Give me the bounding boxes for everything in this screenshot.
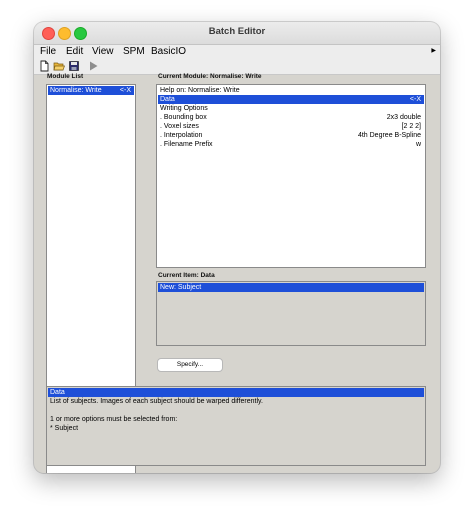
- help-line: * Subject: [48, 424, 424, 433]
- module-row-filename-prefix[interactable]: . Filename Prefix w: [158, 140, 424, 149]
- help-line: List of subjects. Images of each subject…: [48, 397, 424, 406]
- chevron-right-icon[interactable]: ▶: [431, 47, 436, 54]
- row-key: . Bounding box: [160, 114, 207, 121]
- title-bar: Batch Editor: [34, 22, 440, 45]
- help-line-blank: [48, 406, 424, 415]
- menu-basicio[interactable]: BasicIO: [151, 46, 186, 57]
- current-module-label: Current Module: Normalise: Write: [158, 73, 262, 80]
- help-text: List of subjects. Images of each subject…: [50, 398, 263, 405]
- menu-file[interactable]: File: [40, 46, 56, 57]
- row-key: . Filename Prefix: [160, 141, 213, 148]
- row-key: New: Subject: [160, 284, 202, 291]
- current-item-list: New: Subject: [156, 281, 426, 346]
- row-value: [2 2 2]: [401, 123, 421, 130]
- module-list-item[interactable]: Normalise: Write <-X: [48, 86, 134, 95]
- module-row-data[interactable]: Data <-X: [158, 95, 424, 104]
- open-folder-icon[interactable]: [53, 60, 65, 72]
- row-key: . Voxel sizes: [160, 123, 199, 130]
- module-row-bounding-box[interactable]: . Bounding box 2x3 double: [158, 113, 424, 122]
- help-line: Data: [50, 389, 65, 396]
- new-file-icon[interactable]: [38, 60, 50, 72]
- row-key: Writing Options: [160, 105, 208, 112]
- row-value: 2x3 double: [386, 114, 421, 121]
- specify-button[interactable]: Specify...: [157, 358, 223, 372]
- row-key: Help on: Normalise: Write: [160, 87, 240, 94]
- batch-editor-window: Batch Editor File Edit View SPM BasicIO …: [34, 22, 440, 473]
- module-row-voxel-sizes[interactable]: . Voxel sizes [2 2 2]: [158, 122, 424, 131]
- window-title: Batch Editor: [208, 26, 266, 37]
- current-item-label: Current Item: Data: [158, 272, 215, 279]
- menu-bar: File Edit View SPM BasicIO ▶: [34, 45, 440, 59]
- help-panel: Data List of subjects. Images of each su…: [46, 386, 426, 466]
- run-icon[interactable]: [87, 60, 99, 72]
- module-row-interpolation[interactable]: . Interpolation 4th Degree B-Spline: [158, 131, 424, 140]
- help-title: Data: [48, 388, 424, 397]
- menu-view[interactable]: View: [92, 46, 114, 57]
- current-module-list: Help on: Normalise: Write Data <-X Writi…: [156, 84, 426, 268]
- help-line: 1 or more options must be selected from:: [48, 415, 424, 424]
- module-list-label: Module List: [47, 73, 84, 80]
- row-value: 4th Degree B-Spline: [357, 132, 421, 139]
- row-value: w: [415, 141, 421, 148]
- row-key: Data: [160, 96, 175, 103]
- menu-spm[interactable]: SPM: [123, 46, 145, 57]
- module-row-writing-options[interactable]: Writing Options: [158, 104, 424, 113]
- module-name: Normalise: Write: [50, 87, 102, 94]
- row-key: . Interpolation: [160, 132, 203, 139]
- item-row-new-subject[interactable]: New: Subject: [158, 283, 424, 292]
- help-text: 1 or more options must be selected from:: [50, 416, 178, 423]
- row-value: <-X: [409, 96, 421, 103]
- help-text: * Subject: [50, 425, 79, 432]
- save-icon[interactable]: [68, 60, 80, 72]
- module-marker: <-X: [119, 87, 131, 94]
- module-row-help[interactable]: Help on: Normalise: Write: [158, 86, 424, 95]
- menu-edit[interactable]: Edit: [66, 46, 83, 57]
